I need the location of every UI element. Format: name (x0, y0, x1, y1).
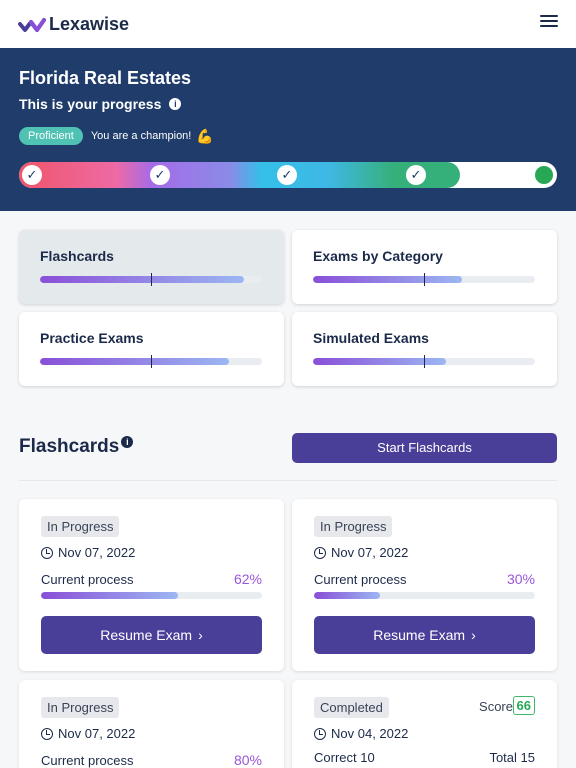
section-title-text: Flashcards (19, 436, 120, 457)
level-progress-fill (19, 162, 460, 188)
total-count: Total 15 (489, 750, 535, 765)
resume-exam-label: Resume Exam (373, 627, 466, 643)
exam-card: In Progress Nov 07, 2022 Current process… (19, 499, 284, 671)
score-label: Score (479, 699, 513, 714)
step-check-icon: ✓ (150, 165, 170, 185)
process-bar-fill (41, 592, 179, 599)
category-card-practice-exams[interactable]: Practice Exams (19, 312, 284, 386)
category-card-flashcards[interactable]: Flashcards (19, 230, 284, 304)
clock-icon (314, 546, 326, 559)
process-percent: 80% (233, 752, 262, 768)
resume-exam-button[interactable]: Resume Exam › (41, 616, 262, 654)
level-progress-bar: ✓ ✓ ✓ ✓ (19, 162, 557, 188)
exam-date: Nov 07, 2022 (331, 545, 409, 560)
clock-icon (41, 546, 53, 559)
category-marker (424, 355, 425, 368)
category-title: Practice Exams (40, 330, 144, 346)
exam-card: In Progress Nov 07, 2022 Current process… (292, 499, 557, 671)
category-marker (151, 273, 152, 286)
app-name: Lexawise (49, 13, 130, 34)
status-badge: In Progress (41, 697, 120, 718)
flexed-arm-icon: 💪 (196, 127, 214, 144)
date-row: Nov 07, 2022 (314, 545, 408, 560)
date-row: Nov 07, 2022 (41, 545, 135, 560)
progress-hero: Florida Real Estates This is your progre… (0, 48, 576, 211)
progress-subtitle-text: This is your progress (19, 96, 162, 112)
category-title: Flashcards (40, 248, 114, 264)
status-badge: In Progress (41, 516, 120, 537)
hamburger-menu-icon[interactable] (540, 15, 558, 29)
start-flashcards-button[interactable]: Start Flashcards (292, 433, 557, 463)
step-check-icon: ✓ (406, 165, 426, 185)
chevron-right-icon: › (471, 627, 476, 643)
logo[interactable]: Lexawise (18, 12, 129, 36)
category-title: Exams by Category (313, 248, 443, 264)
logo-icon (18, 18, 46, 32)
chevron-right-icon: › (198, 627, 203, 643)
clock-icon (314, 727, 326, 740)
resume-exam-button[interactable]: Resume Exam › (314, 616, 535, 654)
info-icon[interactable]: i (121, 436, 134, 448)
category-marker (424, 273, 425, 286)
category-progress-fill (40, 276, 245, 283)
status-badge: In Progress (314, 516, 393, 537)
category-title: Simulated Exams (313, 330, 429, 346)
date-row: Nov 04, 2022 (314, 726, 408, 741)
process-bar (41, 592, 262, 599)
category-marker (151, 355, 152, 368)
resume-exam-label: Resume Exam (100, 627, 193, 643)
process-label: Current process (41, 753, 134, 768)
process-bar-fill (314, 592, 381, 599)
clock-icon (41, 727, 53, 740)
category-card-exams-by-category[interactable]: Exams by Category (292, 230, 557, 304)
divider (19, 480, 557, 481)
page-title: Florida Real Estates (19, 68, 192, 88)
process-percent: 30% (506, 571, 535, 587)
process-label: Current process (314, 572, 407, 587)
category-progress-fill (313, 358, 447, 365)
champion-message: You are a champion! (90, 130, 192, 142)
exam-date: Nov 07, 2022 (58, 726, 136, 741)
category-card-simulated-exams[interactable]: Simulated Exams (292, 312, 557, 386)
exam-date: Nov 07, 2022 (58, 545, 136, 560)
progress-subtitle: This is your progress i (19, 96, 182, 112)
exam-card: In Progress Nov 07, 2022 Current process… (19, 680, 284, 768)
step-check-icon: ✓ (22, 165, 42, 185)
date-row: Nov 07, 2022 (41, 726, 135, 741)
score-value: 66 (512, 696, 535, 715)
category-progress-fill (313, 276, 462, 283)
level-row: Proficient You are a champion! 💪 (19, 127, 214, 145)
info-icon[interactable]: i (169, 98, 182, 110)
section-title: Flashcards i (19, 436, 134, 458)
exam-date: Nov 04, 2022 (331, 726, 409, 741)
status-badge: Completed (314, 697, 389, 718)
process-percent: 62% (233, 571, 262, 587)
exam-card: Completed Score 66 Nov 04, 2022 Correct … (292, 680, 557, 768)
process-label: Current process (41, 572, 134, 587)
top-bar: Lexawise (0, 0, 576, 48)
final-step-icon (535, 166, 553, 184)
step-check-icon: ✓ (277, 165, 297, 185)
category-progress-fill (40, 358, 229, 365)
level-badge: Proficient (19, 127, 83, 145)
correct-count: Correct 10 (314, 750, 375, 765)
process-bar (314, 592, 535, 599)
